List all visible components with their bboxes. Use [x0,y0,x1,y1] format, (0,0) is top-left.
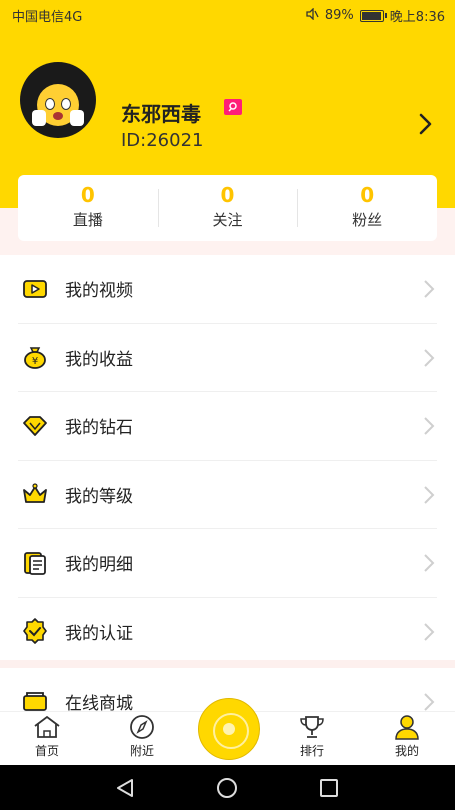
menu-item-verification[interactable]: 我的认证 [18,598,437,666]
menu-item-label: 我的等级 [65,486,133,507]
menu-list: 我的视频 ¥ 我的收益 我的钻石 我的等级 我的明细 我的认证 [0,255,455,666]
chevron-right-icon [423,485,435,505]
chevron-right-icon [423,279,435,299]
back-icon[interactable] [114,777,136,803]
tab-ranking[interactable]: 排行 [282,714,342,759]
chevron-right-icon [423,348,435,368]
stat-label: 关注 [212,211,243,229]
video-icon [21,275,49,303]
menu-item-label: 我的明细 [65,555,133,576]
tab-label: 排行 [299,744,324,758]
tab-home[interactable]: 首页 [17,714,77,759]
tab-label: 我的 [394,744,419,758]
battery-icon [359,9,387,22]
stat-value: 0 [360,183,375,207]
verified-badge-icon [21,617,49,645]
chevron-right-icon [423,416,435,436]
stat-value: 0 [80,183,95,207]
chevron-right-icon [423,692,435,712]
section-divider [0,660,455,668]
document-icon [21,549,49,577]
tab-nearby[interactable]: 附近 [112,714,172,759]
center-action-button[interactable] [198,698,260,760]
diamond-icon [21,412,49,440]
money-bag-icon: ¥ [21,343,49,371]
menu-item-diamonds[interactable]: 我的钻石 [18,392,437,461]
avatar[interactable] [20,62,96,138]
compass-icon [112,714,172,740]
recents-icon[interactable] [318,777,340,803]
menu-item-label: 我的收益 [65,349,133,370]
user-name: 东邪西毒 [121,102,201,126]
home-circle-icon[interactable] [216,777,238,803]
battery-percent: 89% [324,8,354,23]
menu-item-earnings[interactable]: ¥ 我的收益 [18,324,437,392]
crown-icon [21,480,49,508]
svg-text:¥: ¥ [32,356,38,367]
search-badge-icon [224,99,242,115]
tab-label: 首页 [34,744,59,758]
chevron-right-icon [423,622,435,642]
home-icon [17,714,77,740]
stat-label: 粉丝 [352,211,383,229]
mute-icon [305,6,319,24]
stat-live[interactable]: 0 直播 [18,175,158,241]
stats-card: 0 直播 0 关注 0 粉丝 [18,175,437,241]
carrier-label: 中国电信4G [12,10,83,25]
system-nav-bar [0,765,455,810]
status-bar: 中国电信4G 89% 晚上8:36 [0,0,455,28]
tab-mine[interactable]: 我的 [377,714,437,759]
menu-item-label: 我的视频 [65,281,133,302]
stat-following[interactable]: 0 关注 [157,175,298,241]
profile-arrow-icon[interactable] [413,111,439,137]
menu-item-label: 我的钻石 [65,418,133,439]
stat-value: 0 [220,183,235,207]
tab-label: 附近 [129,744,154,758]
user-id: ID:26021 [121,130,204,151]
user-icon [377,714,437,740]
stat-fans[interactable]: 0 粉丝 [297,175,437,241]
clock: 晚上8:36 [389,10,445,25]
menu-item-details[interactable]: 我的明细 [18,529,437,598]
stat-label: 直播 [72,211,103,229]
chevron-right-icon [423,553,435,573]
menu-item-videos[interactable]: 我的视频 [18,255,437,324]
trophy-icon [282,714,342,740]
menu-item-level[interactable]: 我的等级 [18,461,437,529]
menu-item-label: 我的认证 [65,623,133,644]
